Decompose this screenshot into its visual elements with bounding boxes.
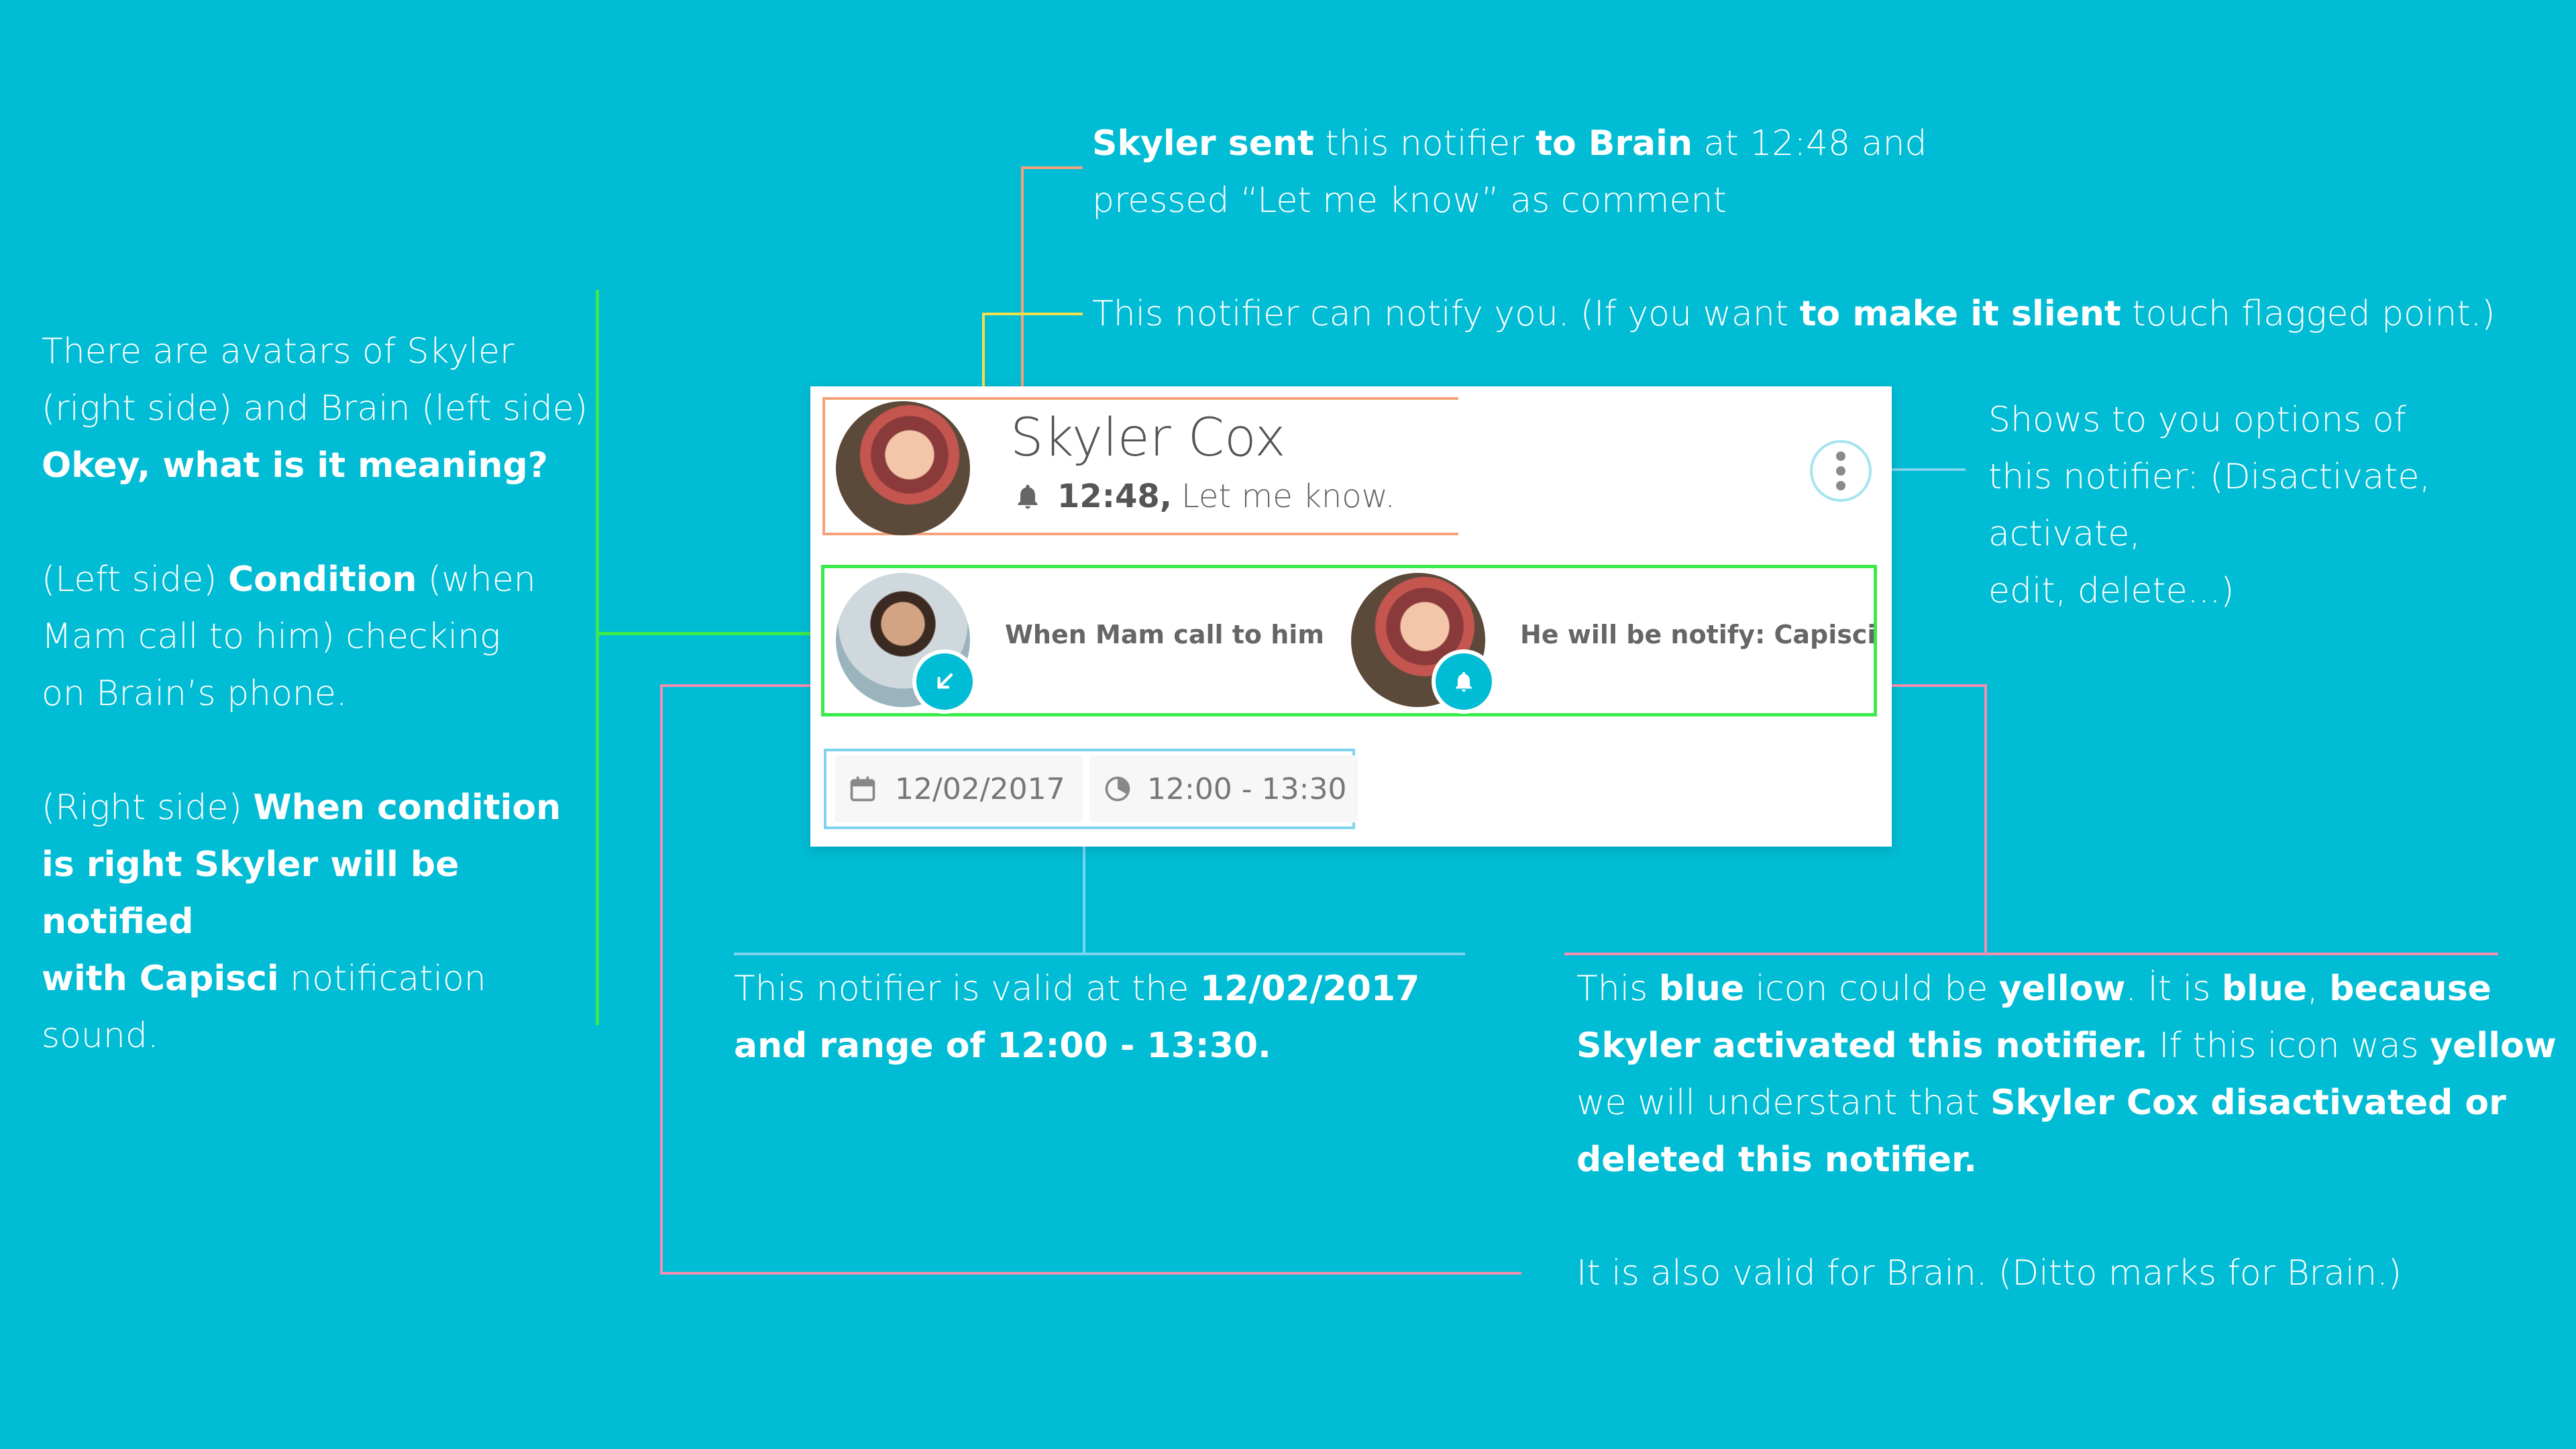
orange-connector-h (1022, 166, 1083, 169)
pink-left-connector-v (660, 684, 663, 1275)
date-value: 12/02/2017 (895, 771, 1065, 806)
condition-label: When Mam call to him (1005, 620, 1324, 649)
date-chip[interactable]: 12/02/2017 (835, 755, 1083, 822)
pink-right-connector-v (1984, 684, 1987, 955)
clock-icon (1105, 776, 1130, 802)
annotation-notify: This notifier can notify you. (If you wa… (1092, 294, 2496, 334)
annotation-icon-color: This blue icon could be yellow. İt is bl… (1576, 969, 2557, 1180)
annotation-sender: Skyler sent this notifier to Brain at 12… (1092, 123, 1927, 221)
bell-icon (1456, 672, 1472, 692)
annotation-brain: It is also valid for Brain. (Ditto marks… (1576, 1253, 2402, 1293)
notify-meta: 12:48, Let me know. (1013, 478, 1395, 515)
arrow-down-left-icon (937, 673, 953, 689)
annotation-options: Shows to you options of this notifier: (… (1988, 400, 2430, 611)
sender-name: Skyler Cox (1010, 408, 1286, 468)
pink-right-connector-h2 (1564, 953, 2498, 955)
time-range-chip[interactable]: 12:00 - 13:30 (1089, 755, 1358, 822)
header-highlight-top (822, 397, 1458, 400)
action-label: He will be notify: Capisci (1520, 620, 1876, 649)
green-connector-h (597, 632, 821, 635)
orange-connector-v (1021, 166, 1024, 398)
time-range-value: 12:00 - 13:30 (1147, 771, 1347, 806)
calendar-icon (850, 776, 875, 802)
yellow-connector-h (983, 313, 1083, 315)
menu-dot (1836, 466, 1845, 476)
blue-date-connector-h (734, 953, 1465, 955)
bell-icon[interactable] (1013, 482, 1042, 511)
notifier-card[interactable]: Skyler Cox 12:48, Let me know. When Mam … (810, 386, 1892, 847)
menu-dot (1836, 451, 1845, 461)
notify-bell-badge[interactable] (1432, 649, 1496, 714)
blue-date-connector-v (1083, 830, 1085, 954)
options-menu-button[interactable] (1810, 440, 1872, 502)
skyler-avatar[interactable] (836, 401, 970, 535)
menu-dot (1836, 481, 1845, 490)
notify-time: 12:48, (1057, 478, 1173, 515)
pink-left-connector-h2 (660, 1272, 1521, 1275)
green-bracket-v (596, 290, 599, 1025)
notify-comment: Let me know. (1181, 478, 1395, 515)
annotation-avatars: There are avatars of Skyler (right side)… (42, 331, 588, 1056)
annotation-validity: This notifier is valid at the 12/02/2017… (734, 969, 1420, 1066)
incoming-call-badge[interactable] (912, 649, 977, 714)
